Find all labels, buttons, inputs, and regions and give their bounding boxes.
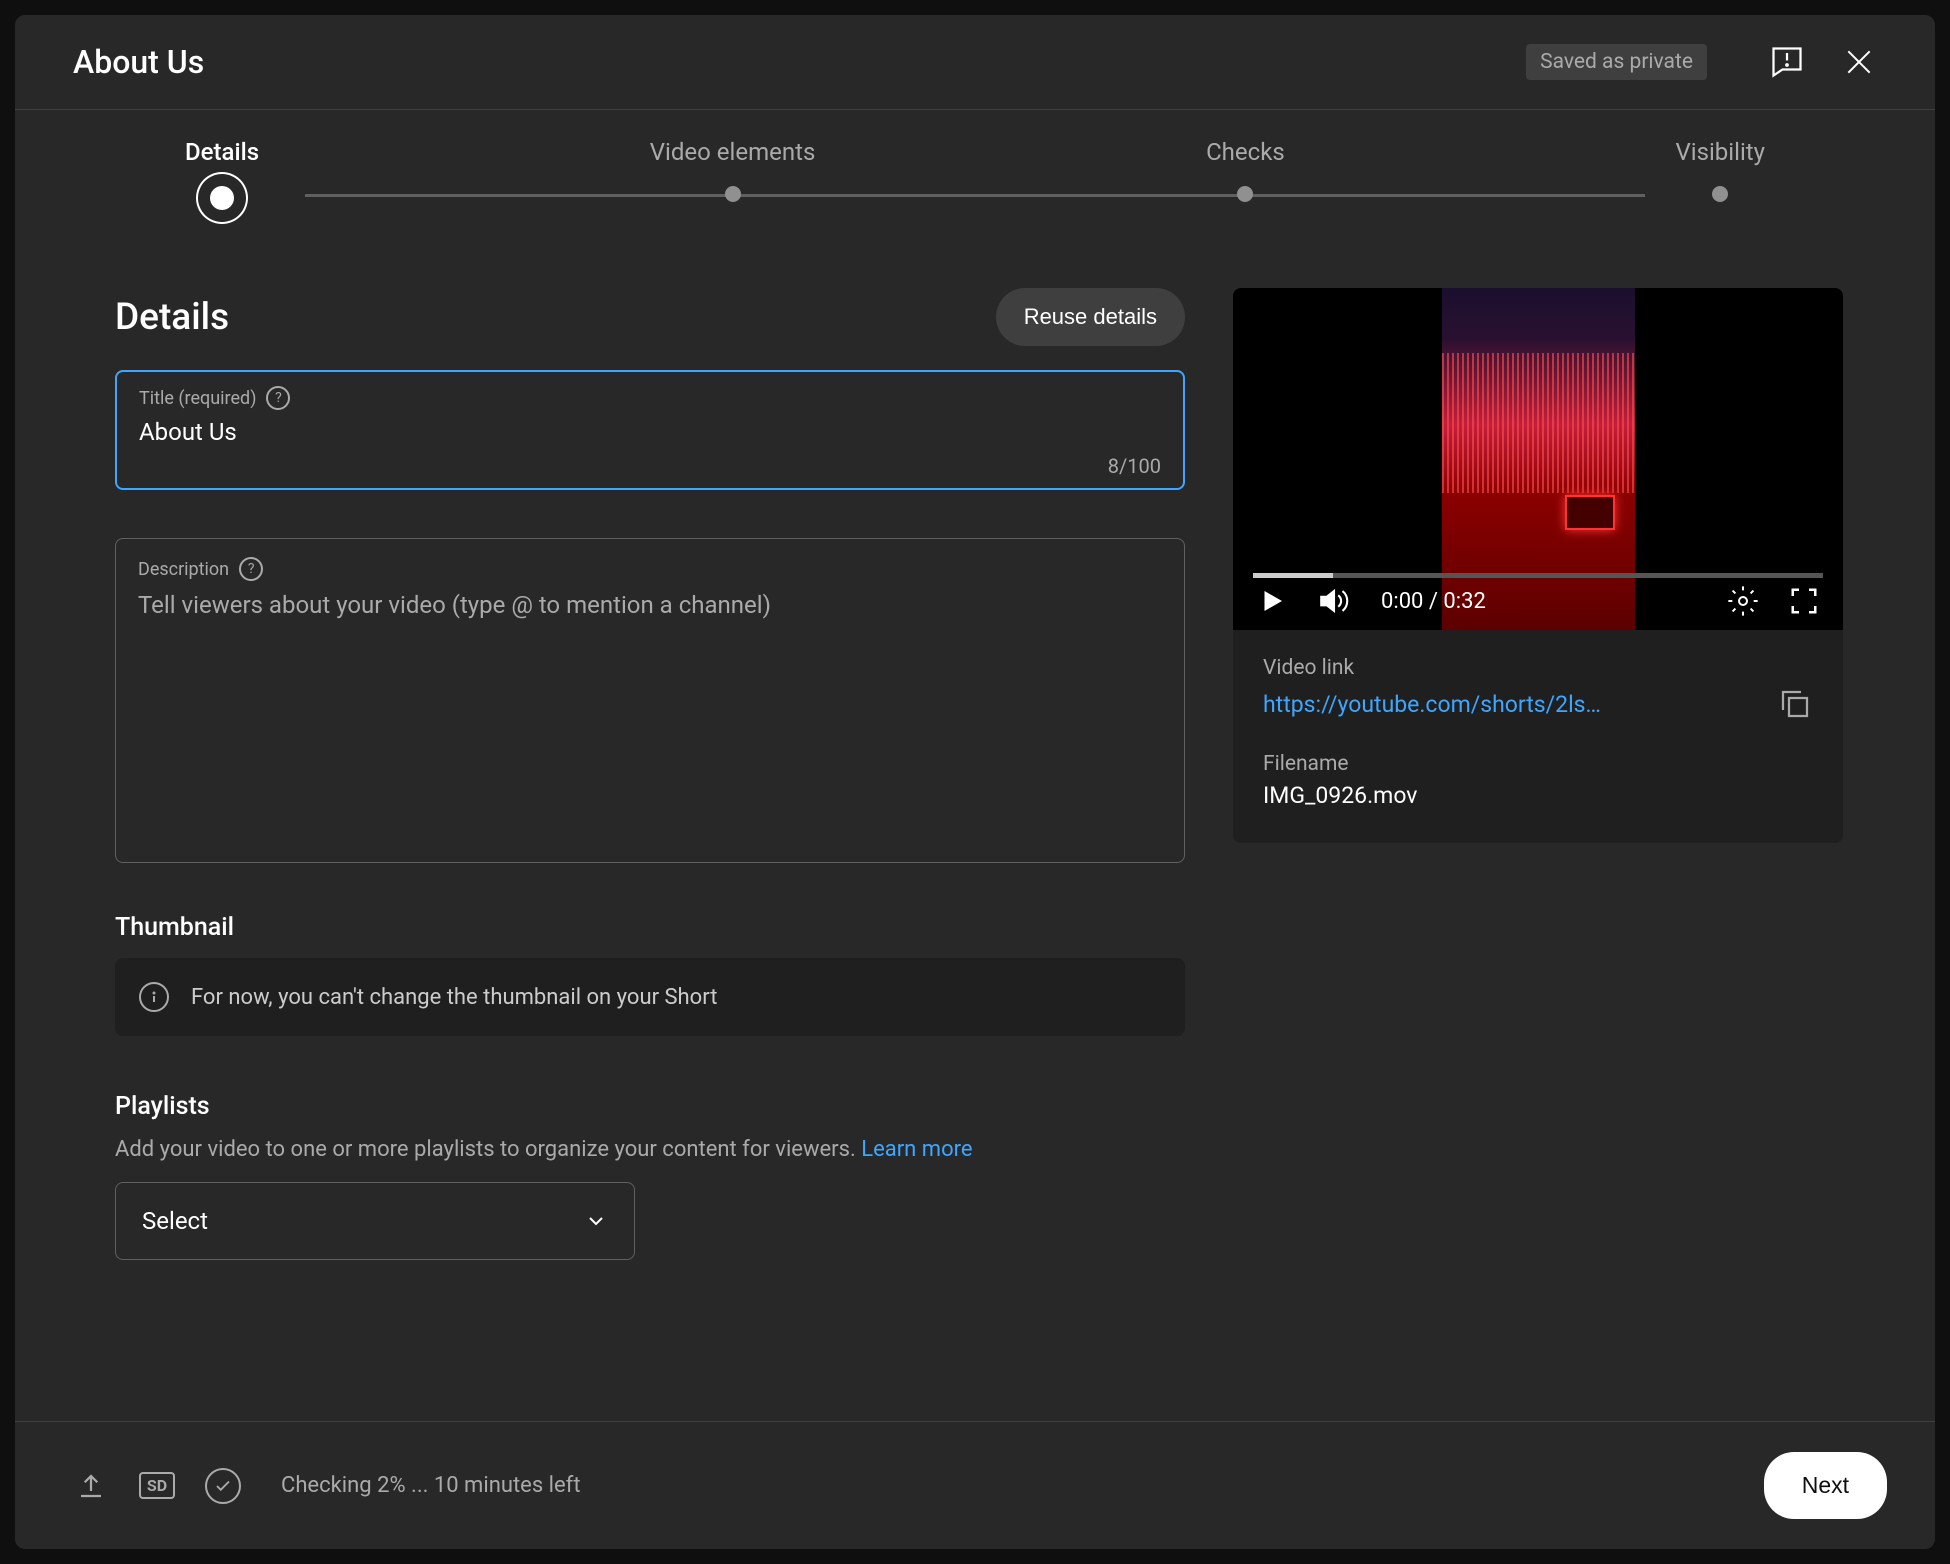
description-input[interactable] <box>138 591 1162 815</box>
details-heading: Details <box>115 296 996 339</box>
info-icon <box>139 982 169 1012</box>
upload-status-text: Checking 2% ... 10 minutes left <box>281 1473 1734 1498</box>
title-label: Title (required) ? <box>139 386 1161 410</box>
title-char-count: 8/100 <box>139 454 1161 478</box>
dialog-body[interactable]: Details Reuse details Title (required) ?… <box>15 260 1935 1421</box>
stepper-line <box>305 194 1645 197</box>
saved-status-badge: Saved as private <box>1526 44 1707 80</box>
volume-icon[interactable] <box>1317 584 1351 618</box>
step-video-elements[interactable]: Video elements <box>650 138 816 210</box>
video-preview-panel: 0:00 / 0:32 Video link https <box>1233 288 1843 1421</box>
fullscreen-icon[interactable] <box>1789 586 1819 616</box>
step-checks[interactable]: Checks <box>1206 138 1285 210</box>
upload-icon[interactable] <box>73 1468 109 1504</box>
step-dot <box>210 186 234 210</box>
next-button[interactable]: Next <box>1764 1452 1887 1519</box>
title-input[interactable] <box>139 418 1161 446</box>
dialog-footer: SD Checking 2% ... 10 minutes left Next <box>15 1421 1935 1549</box>
step-dot <box>1712 186 1728 202</box>
video-meta: Video link https://youtube.com/shorts/2l… <box>1233 630 1843 843</box>
dialog-title: About Us <box>73 43 1526 81</box>
upload-dialog: About Us Saved as private Details Video … <box>15 15 1935 1549</box>
check-status-icon <box>205 1468 241 1504</box>
step-dot <box>1237 186 1253 202</box>
filename-label: Filename <box>1263 752 1813 776</box>
close-icon[interactable] <box>1841 44 1877 80</box>
details-header: Details Reuse details <box>115 288 1185 346</box>
reuse-details-button[interactable]: Reuse details <box>996 288 1185 346</box>
chevron-down-icon <box>584 1209 608 1233</box>
gear-icon[interactable] <box>1727 585 1759 617</box>
step-details[interactable]: Details <box>185 138 259 210</box>
step-dot <box>725 186 741 202</box>
video-controls: 0:00 / 0:32 <box>1233 572 1843 630</box>
playlists-heading: Playlists <box>115 1092 1185 1121</box>
video-card: 0:00 / 0:32 Video link https <box>1233 288 1843 843</box>
video-preview[interactable]: 0:00 / 0:32 <box>1233 288 1843 630</box>
details-form: Details Reuse details Title (required) ?… <box>115 288 1185 1421</box>
sd-badge: SD <box>139 1468 175 1504</box>
description-field[interactable]: Description ? <box>115 538 1185 863</box>
learn-more-link[interactable]: Learn more <box>861 1137 972 1162</box>
thumbnail-info-banner: For now, you can't change the thumbnail … <box>115 958 1185 1036</box>
feedback-icon[interactable] <box>1769 44 1805 80</box>
video-link-url[interactable]: https://youtube.com/shorts/2ls… <box>1263 691 1757 718</box>
video-link-label: Video link <box>1263 656 1813 680</box>
filename-value: IMG_0926.mov <box>1263 782 1813 809</box>
help-icon[interactable]: ? <box>239 557 263 581</box>
playlists-select[interactable]: Select <box>115 1182 635 1260</box>
video-time: 0:00 / 0:32 <box>1381 589 1697 614</box>
description-label: Description ? <box>138 557 1162 581</box>
copy-icon[interactable] <box>1777 686 1813 722</box>
play-icon[interactable] <box>1257 586 1287 616</box>
title-field[interactable]: Title (required) ? 8/100 <box>115 370 1185 490</box>
playlists-description: Add your video to one or more playlists … <box>115 1137 1185 1162</box>
step-visibility[interactable]: Visibility <box>1675 138 1765 210</box>
thumbnail-heading: Thumbnail <box>115 913 1185 942</box>
stepper: Details Video elements Checks Visibility <box>15 110 1935 260</box>
help-icon[interactable]: ? <box>266 386 290 410</box>
dialog-header: About Us Saved as private <box>15 15 1935 110</box>
